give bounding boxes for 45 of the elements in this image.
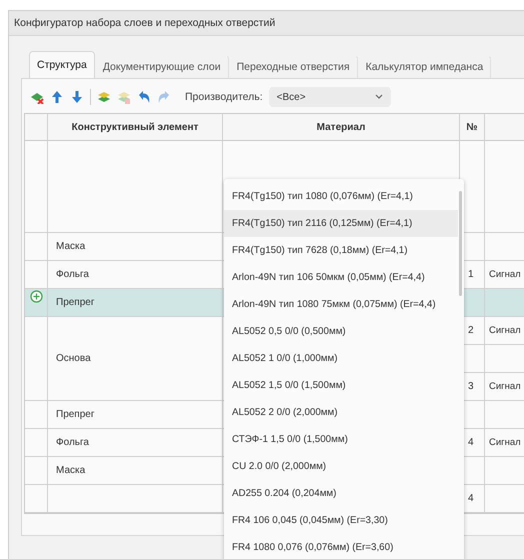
column-header[interactable]: Конструктивный элемент [48, 114, 223, 141]
dropdown-option[interactable]: AL5052 1,5 0/0 (1,500мм) [224, 372, 458, 399]
row-marker-cell[interactable] [25, 401, 48, 429]
manufacturer-select[interactable]: <Все> [268, 87, 391, 107]
dropdown-option[interactable]: Arlon-49N тип 1080 75мкм (0,075мм) (Er=4,4) [224, 291, 458, 318]
element-cell: Препрег [48, 401, 223, 429]
arrow-up-icon[interactable] [50, 90, 64, 104]
row-marker-cell[interactable] [25, 233, 48, 261]
arrow-down-icon[interactable] [70, 90, 84, 104]
add-icon[interactable] [30, 290, 43, 303]
dropdown-option[interactable]: FR4(Tg150) тип 1080 (0,076мм) (Er=4,1) [224, 183, 458, 210]
row-marker-cell[interactable] [25, 429, 48, 457]
tab[interactable]: Структура [29, 51, 95, 78]
row-marker-cell[interactable] [25, 485, 48, 513]
dropdown-option[interactable]: AL5052 1 0/0 (1,000мм) [224, 345, 458, 372]
element-cell: Фольга [48, 429, 223, 457]
dropdown-option[interactable]: AL5052 0,5 0/0 (0,500мм) [224, 318, 458, 345]
manufacturer-label: Производитель: [185, 91, 263, 103]
dropdown-option[interactable]: СТЭФ-1 1,5 0/0 (1,500мм) [224, 426, 458, 453]
row-marker-cell[interactable] [25, 289, 48, 317]
layers-icon[interactable] [97, 90, 111, 104]
window-title: Конфигуратор набора слоев и переходных отверстий [14, 17, 276, 29]
undo-icon[interactable] [137, 90, 151, 104]
row-marker-cell[interactable] [25, 457, 48, 485]
dropdown-option[interactable]: AD255 0.204 (0,204мм) [224, 480, 458, 507]
element-cell: Маска [48, 233, 223, 261]
dropdown-option[interactable]: FR4 106 0,045 (0,045мм) (Er=3,30) [224, 507, 458, 534]
row-marker-cell[interactable] [25, 317, 48, 401]
layer-remove-icon[interactable] [30, 90, 44, 104]
chevron-down-icon [374, 94, 383, 100]
dropdown-option[interactable]: FR4(Tg150) тип 2116 (0,125мм) (Er=4,1) [224, 210, 458, 237]
dropdown-option[interactable]: AL5052 2 0/0 (2,000мм) [224, 399, 458, 426]
dropdown-option[interactable]: FR4 1080 0,076 (0,076мм) (Er=3,60) [224, 534, 458, 559]
scrollbar[interactable] [459, 191, 462, 296]
element-cell: Основа [48, 317, 223, 401]
element-cell: Маска [48, 457, 223, 485]
element-cell: Препрег [48, 289, 223, 317]
dropdown-option[interactable]: CU 2.0 0/0 (2,000мм) [224, 453, 458, 480]
row-marker-cell[interactable] [25, 141, 48, 233]
dropdown-option[interactable]: Arlon-49N тип 106 50мкм (0,05мм) (Er=4,4) [224, 264, 458, 291]
dropdown-option[interactable]: FR4(Tg150) тип 7628 (0,18мм) (Er=4,1) [224, 237, 458, 264]
row-marker-cell[interactable] [25, 261, 48, 289]
column-header[interactable]: Материал [223, 114, 460, 141]
element-cell: Фольга [48, 261, 223, 289]
column-header[interactable]: № [460, 114, 485, 141]
